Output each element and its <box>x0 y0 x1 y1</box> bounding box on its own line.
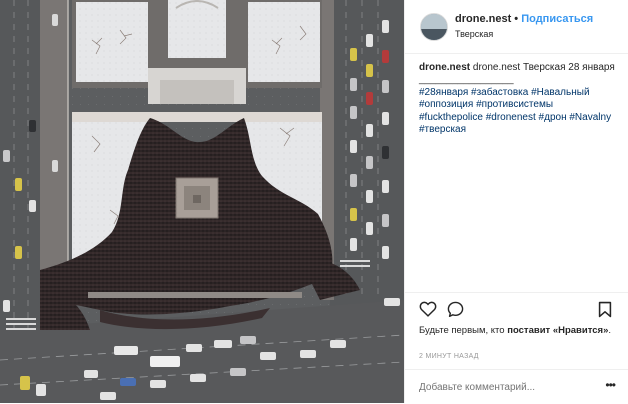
hashtag-link[interactable]: #dronenest <box>486 112 536 123</box>
hashtag-link[interactable]: #противсистемы <box>476 99 553 110</box>
comment-bar: ••• <box>405 369 628 404</box>
hashtag-link[interactable]: #тверская <box>419 124 466 135</box>
hashtag-link[interactable]: #оппозиция <box>419 99 473 110</box>
likes-text: Будьте первым, кто поставит «Нравится». <box>419 325 619 337</box>
instagram-post: drone.nest • Подписаться Тверская drone.… <box>0 0 628 403</box>
comment-input[interactable] <box>419 379 589 395</box>
separator-dot: • <box>514 13 519 25</box>
aerial-crowd-image <box>0 0 404 403</box>
post-actions-section: Будьте первым, кто поставит «Нравится». … <box>405 292 628 403</box>
caption-author[interactable]: drone.nest <box>419 62 470 73</box>
likes-suffix: . <box>608 325 612 336</box>
caption-text-line: drone.nest drone.nest Тверская 28 января <box>419 62 619 74</box>
post-header-line: drone.nest • Подписаться <box>455 13 593 25</box>
hashtag-link[interactable]: #Навальный <box>531 87 589 98</box>
more-options-icon[interactable]: ••• <box>605 378 616 392</box>
hashtag-link[interactable]: #Navalny <box>569 112 611 123</box>
hashtag-link[interactable]: #дрон <box>539 112 567 123</box>
post-side-panel: drone.nest • Подписаться Тверская drone.… <box>404 0 628 403</box>
post-caption: drone.nest drone.nest Тверская 28 января… <box>419 62 619 136</box>
comment-bubble-icon[interactable] <box>447 301 464 318</box>
first-like-link[interactable]: поставит «Нравится» <box>507 325 608 336</box>
post-header: drone.nest • Подписаться Тверская <box>405 0 628 54</box>
bookmark-icon[interactable] <box>598 301 612 318</box>
hashtag-link[interactable]: #28января <box>419 87 468 98</box>
post-timestamp[interactable]: 2 МИНУТ НАЗАД <box>419 353 479 360</box>
caption-divider: _________________ <box>419 74 514 86</box>
caption-text: drone.nest Тверская 28 января <box>472 62 615 73</box>
likes-prefix: Будьте первым, кто <box>419 325 508 336</box>
hashtag-link[interactable]: #fuckthepolice <box>419 112 483 123</box>
location-link[interactable]: Тверская <box>455 29 493 39</box>
post-photo[interactable] <box>0 0 404 403</box>
avatar[interactable] <box>420 13 448 41</box>
heart-icon[interactable] <box>419 301 437 317</box>
hashtag-list: #28января #забастовка #Навальный #оппози… <box>419 87 619 137</box>
username-link[interactable]: drone.nest <box>455 13 511 25</box>
follow-button[interactable]: Подписаться <box>521 13 593 25</box>
hashtag-link[interactable]: #забастовка <box>471 87 528 98</box>
